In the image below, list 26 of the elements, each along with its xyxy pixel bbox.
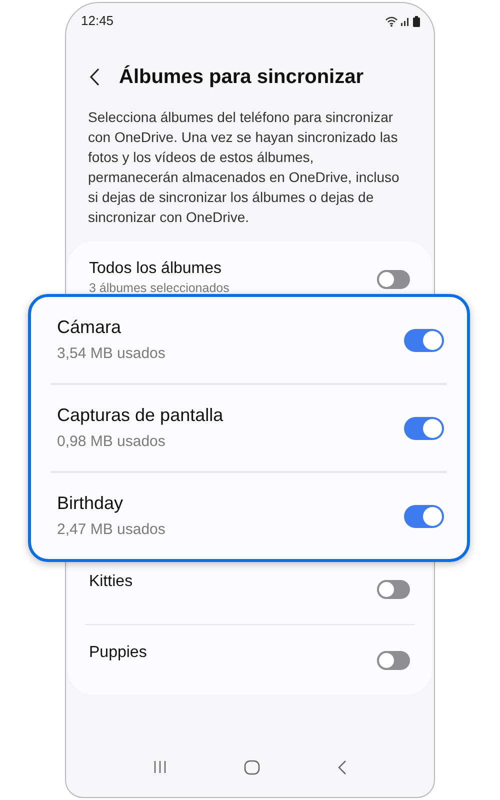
toggle-switch[interactable] xyxy=(377,580,410,598)
album-detail: 3,54 MB usados xyxy=(57,344,166,364)
recent-apps-icon[interactable] xyxy=(152,760,167,774)
home-icon[interactable] xyxy=(244,760,260,774)
album-name: Birthday xyxy=(57,492,124,515)
page-title: Álbumes para sincronizar xyxy=(119,64,364,90)
toggle-switch[interactable] xyxy=(404,504,444,528)
back-nav-icon[interactable] xyxy=(337,760,348,774)
album-detail: 2,47 MB usados xyxy=(57,520,166,540)
signal-icon xyxy=(401,16,410,26)
wifi-icon xyxy=(385,16,398,26)
album-name: Todos los álbumes xyxy=(89,259,223,279)
album-name: Cámara xyxy=(57,316,122,339)
status-time: 12:45 xyxy=(81,12,114,30)
album-detail: 3 álbumes seleccionados xyxy=(89,280,230,296)
toggle-switch[interactable] xyxy=(404,328,444,352)
album-detail: 0,98 MB usados xyxy=(57,432,166,452)
description-text: Selecciona álbumes del teléfono para sincronizar con OneDrive. Una vez se hayan sincronizado las fotos y los vídeos de estos álbumes, permanecerán almacenados en OneDrive, incluso si dejas de sincronizar los álbumes o dejas de sincronizar con OneDrive. xyxy=(87,108,400,227)
toggle-switch[interactable] xyxy=(404,416,444,440)
album-name: Puppies xyxy=(89,643,147,663)
toggle-switch[interactable] xyxy=(377,650,410,670)
battery-icon xyxy=(413,16,420,26)
album-name: Kitties xyxy=(89,572,133,592)
back-icon[interactable] xyxy=(89,68,100,86)
toggle-switch[interactable] xyxy=(377,270,410,289)
album-name: Capturas de pantalla xyxy=(57,404,224,427)
